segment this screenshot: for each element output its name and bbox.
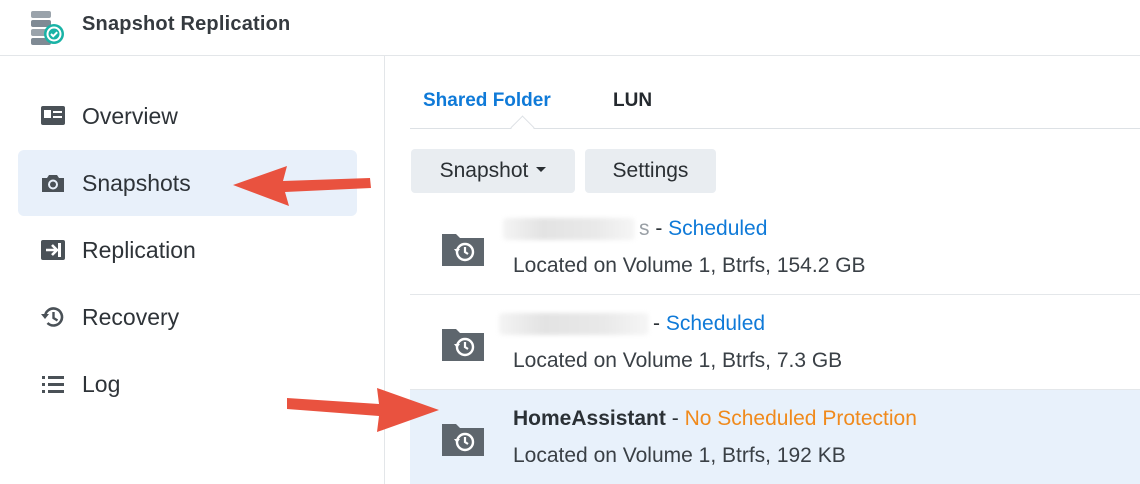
active-tab-indicator	[510, 115, 535, 140]
status-no-protection: No Scheduled Protection	[684, 407, 917, 430]
tab-bar: Shared Folder LUN	[410, 56, 1140, 140]
sidebar-item-label: Replication	[82, 237, 196, 263]
overview-icon	[41, 106, 65, 125]
sidebar-item-label: Log	[82, 371, 121, 397]
chevron-down-icon	[536, 167, 547, 173]
separator: -	[665, 407, 685, 430]
sidebar-item-replication[interactable]: Replication	[18, 217, 357, 283]
sidebar-item-log[interactable]: Log	[18, 351, 357, 417]
sidebar-item-label: Snapshots	[82, 170, 191, 196]
redacted-name	[499, 313, 649, 336]
list-item[interactable]: - Scheduled Located on Volume 1, Btrfs, …	[410, 295, 1140, 390]
tab-shared-folder[interactable]: Shared Folder	[423, 90, 551, 112]
sidebar-item-recovery[interactable]: Recovery	[18, 284, 357, 350]
folder-name-line: HomeAssistant - No Scheduled Protection	[513, 407, 917, 431]
folder-location: Located on Volume 1, Btrfs, 192 KB	[513, 444, 846, 467]
sidebar-item-overview[interactable]: Overview	[18, 83, 357, 149]
status-scheduled: Scheduled	[665, 312, 766, 335]
status-scheduled: Scheduled	[668, 217, 768, 240]
separator: -	[649, 217, 669, 240]
snapshot-replication-app-icon	[31, 11, 64, 45]
snapshot-dropdown-button[interactable]: Snapshot	[411, 149, 575, 193]
sidebar-item-label: Recovery	[82, 304, 180, 330]
settings-button[interactable]: Settings	[585, 149, 716, 193]
camera-icon	[42, 175, 64, 192]
folder-name: HomeAssistant	[513, 407, 666, 430]
folder-location: Located on Volume 1, Btrfs, 154.2 GB	[513, 254, 866, 277]
redacted-name	[503, 218, 635, 241]
separator: -	[653, 312, 666, 335]
tab-lun[interactable]: LUN	[613, 90, 652, 112]
folder-history-icon	[442, 234, 484, 266]
list-item[interactable]: s - Scheduled Located on Volume 1, Btrfs…	[410, 200, 1140, 295]
list-icon	[42, 376, 64, 393]
folder-name-line: - Scheduled	[499, 312, 765, 336]
main-panel: Shared Folder LUN Snapshot Settings s - …	[385, 56, 1140, 484]
sidebar: Overview Snapshots Replication Recovery	[0, 56, 385, 484]
history-icon	[41, 307, 64, 327]
sidebar-item-label: Overview	[82, 103, 178, 129]
replication-icon	[41, 240, 65, 260]
app-title: Snapshot Replication	[82, 13, 291, 35]
folder-name-line: s - Scheduled	[503, 217, 767, 241]
sidebar-item-snapshots[interactable]: Snapshots	[18, 150, 357, 216]
folder-location: Located on Volume 1, Btrfs, 7.3 GB	[513, 349, 843, 372]
title-bar: Snapshot Replication	[0, 0, 1140, 56]
folder-history-icon	[442, 329, 484, 361]
folder-name-fragment: s	[639, 217, 650, 240]
list-item[interactable]: HomeAssistant - No Scheduled Protection …	[410, 390, 1140, 484]
folder-history-icon	[442, 424, 484, 456]
snapshot-button-label: Snapshot	[439, 159, 529, 182]
